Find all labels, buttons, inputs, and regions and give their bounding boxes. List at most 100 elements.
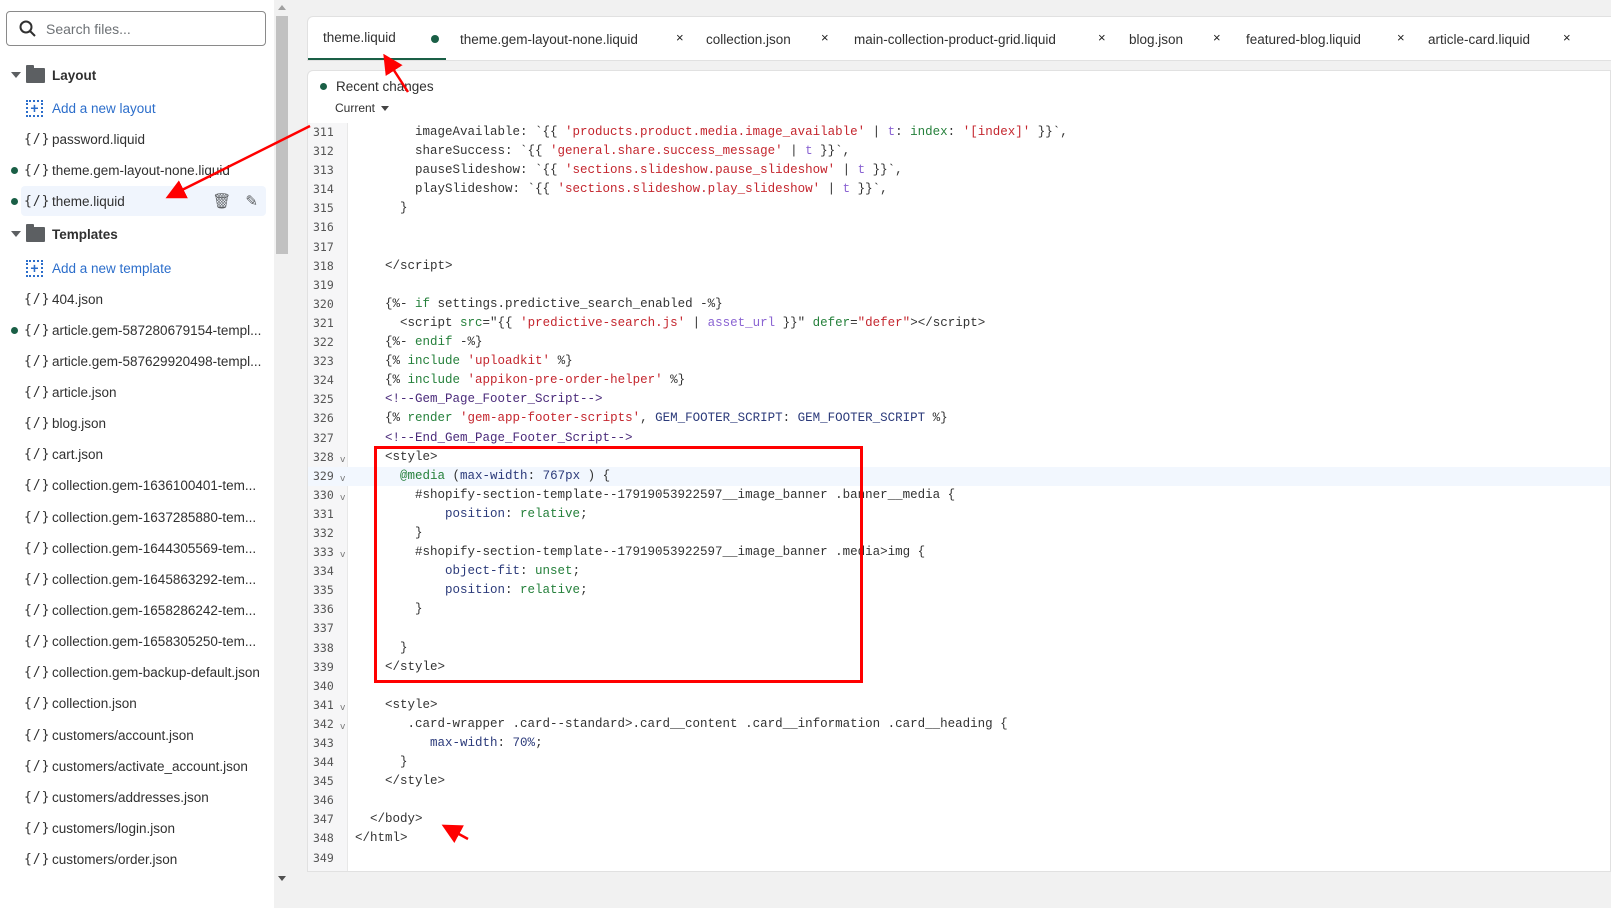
file-item[interactable]: {/} customers/addresses.json bbox=[0, 782, 266, 812]
file-item[interactable]: {/} customers/login.json bbox=[0, 814, 266, 844]
code-line[interactable]: 340 bbox=[308, 677, 1610, 696]
file-item[interactable]: {/} 404.json bbox=[0, 284, 266, 314]
file-item[interactable]: {/} article.gem-587629920498-templ... bbox=[0, 346, 266, 376]
edit-pencil-icon[interactable]: ✎ bbox=[245, 192, 258, 210]
close-tab-icon[interactable]: × bbox=[821, 30, 829, 45]
code-line[interactable]: 317 bbox=[308, 238, 1610, 257]
file-label: collection.gem-1637285880-tem... bbox=[52, 509, 257, 525]
file-label: customers/account.json bbox=[52, 727, 194, 743]
tab-featured-blog-liquid[interactable]: featured-blog.liquid bbox=[1246, 17, 1361, 60]
close-tab-icon[interactable]: × bbox=[1397, 30, 1405, 45]
add-file-button[interactable]: + Add a new layout bbox=[0, 93, 266, 123]
folder-layout[interactable]: Layout bbox=[0, 60, 266, 90]
delete-icon[interactable]: 🗑 bbox=[212, 192, 231, 210]
code-line[interactable]: 312 shareSuccess: `{{ 'general.share.suc… bbox=[308, 142, 1610, 161]
add-file-button[interactable]: + Add a new template bbox=[0, 253, 266, 283]
code-line[interactable]: 316 bbox=[308, 218, 1610, 237]
code-token: asset_url bbox=[707, 315, 776, 330]
code-line[interactable]: 318 </script> bbox=[308, 257, 1610, 276]
file-item[interactable]: {/} collection.gem-backup-default.json bbox=[0, 658, 266, 688]
caret-down-icon[interactable] bbox=[11, 231, 21, 237]
code-line[interactable]: 338 } bbox=[308, 639, 1610, 658]
code-token: -%} bbox=[452, 335, 483, 350]
code-line[interactable]: 345 </style> bbox=[308, 772, 1610, 791]
file-item[interactable]: {/} customers/activate_account.json bbox=[0, 751, 266, 781]
file-item[interactable]: {/} collection.gem-1637285880-tem... bbox=[0, 502, 266, 532]
code-line[interactable]: 322 {%- endif -%} bbox=[308, 333, 1610, 352]
code-line[interactable]: 330 v #shopify-section-template--17919053… bbox=[308, 486, 1610, 505]
code-line[interactable]: 327 <!--End_Gem_Page_Footer_Script--> bbox=[308, 429, 1610, 448]
file-item[interactable]: {/} blog.json bbox=[0, 409, 266, 439]
file-item[interactable]: {/} collection.json bbox=[0, 689, 266, 719]
code-line[interactable]: 319 bbox=[308, 276, 1610, 295]
code-line[interactable]: 328 v <style> bbox=[308, 448, 1610, 467]
code-line[interactable]: 325 <!--Gem_Page_Footer_Script--> bbox=[308, 390, 1610, 409]
liquid-file-icon: {/} bbox=[24, 696, 51, 712]
line-number: 335 bbox=[313, 583, 334, 598]
code-line[interactable]: 331 position: relative; bbox=[308, 505, 1610, 524]
code-line[interactable]: 347 </body> bbox=[308, 810, 1610, 829]
folder-templates[interactable]: Templates bbox=[0, 219, 266, 249]
caret-down-icon[interactable] bbox=[11, 72, 21, 78]
code-line[interactable]: 323 {% include 'uploadkit' %} bbox=[308, 352, 1610, 371]
code-line[interactable]: 337 bbox=[308, 619, 1610, 638]
code-lines[interactable]: 311 imageAvailable: `{{ 'products.produc… bbox=[308, 123, 1610, 868]
close-tab-icon[interactable]: × bbox=[1563, 30, 1571, 45]
file-item[interactable]: {/} collection.gem-1658305250-tem... bbox=[0, 627, 266, 657]
code-line[interactable]: 326 {% render 'gem-app-footer-scripts', … bbox=[308, 409, 1610, 428]
code-line[interactable]: 346 bbox=[308, 791, 1610, 810]
code-line[interactable]: 324 {% include 'appikon-pre-order-helper… bbox=[308, 371, 1610, 390]
code-line[interactable]: 313 pauseSlideshow: `{{ 'sections.slides… bbox=[308, 161, 1610, 180]
code-line[interactable]: 335 position: relative; bbox=[308, 581, 1610, 600]
file-item[interactable]: {/} article.gem-587280679154-templ... bbox=[0, 315, 266, 345]
code-line[interactable]: 315 } bbox=[308, 199, 1610, 218]
file-item[interactable]: {/} collection.gem-1644305569-tem... bbox=[0, 533, 266, 563]
code-line[interactable]: 344 } bbox=[308, 753, 1610, 772]
close-tab-icon[interactable]: × bbox=[676, 30, 684, 45]
file-item[interactable]: {/} collection.gem-1645863292-tem... bbox=[0, 564, 266, 594]
code-line[interactable]: 332 } bbox=[308, 524, 1610, 543]
code-line[interactable]: 334 object-fit: unset; bbox=[308, 562, 1610, 581]
file-item[interactable]: {/} collection.gem-1636100401-tem... bbox=[0, 471, 266, 501]
tab-collection-json[interactable]: collection.json bbox=[706, 17, 791, 60]
search-files-input[interactable]: Search files... bbox=[6, 11, 266, 46]
file-item[interactable]: {/} cart.json bbox=[0, 440, 266, 470]
code-line[interactable]: 343 max-width: 70%; bbox=[308, 734, 1610, 753]
code-line[interactable]: 342 v .card-wrapper .card--standard>.card… bbox=[308, 715, 1610, 734]
close-tab-icon[interactable]: × bbox=[1098, 30, 1106, 45]
code-line[interactable]: 329 v @media (max-width: 767px ) { bbox=[308, 466, 1610, 486]
file-item[interactable]: {/} collection.gem-1658286242-tem... bbox=[0, 596, 266, 626]
scroll-up-arrow-icon[interactable] bbox=[278, 5, 286, 10]
code-editor[interactable]: Recent changes Current 311 imageAvailabl… bbox=[307, 70, 1611, 872]
file-item[interactable]: {/} theme.gem-layout-none.liquid bbox=[0, 155, 266, 185]
code-token: @media bbox=[400, 468, 446, 483]
code-line[interactable]: 339 </style> bbox=[308, 658, 1610, 677]
close-tab-icon[interactable]: × bbox=[1213, 30, 1221, 45]
tab-blog-json[interactable]: blog.json bbox=[1129, 17, 1183, 60]
version-select[interactable]: Current bbox=[335, 101, 390, 115]
code-line[interactable]: 320 {%- if settings.predictive_search_en… bbox=[308, 295, 1610, 314]
code-line[interactable]: 341 v <style> bbox=[308, 696, 1610, 715]
code-line[interactable]: 333 v #shopify-section-template--17919053… bbox=[308, 543, 1610, 562]
sidebar-scrollbar[interactable] bbox=[274, 0, 290, 908]
code-line[interactable]: 321 <script src="{{ 'predictive-search.j… bbox=[308, 314, 1610, 333]
file-item[interactable]: {/} customers/account.json bbox=[0, 720, 266, 750]
scroll-down-arrow-icon[interactable] bbox=[278, 876, 286, 881]
code-token: imageAvailable: `{{ bbox=[355, 125, 566, 139]
code-line[interactable]: 348 </html> bbox=[308, 829, 1610, 848]
tab-theme-liquid[interactable]: theme.liquid bbox=[308, 17, 446, 60]
code-token: render bbox=[407, 411, 453, 426]
file-item[interactable]: {/} article.json bbox=[0, 377, 266, 407]
code-line[interactable]: 311 imageAvailable: `{{ 'products.produc… bbox=[308, 123, 1610, 142]
tab-main-collection-product-grid-liquid[interactable]: main-collection-product-grid.liquid bbox=[854, 17, 1056, 60]
scrollbar-thumb[interactable] bbox=[276, 16, 288, 254]
file-item[interactable]: {/} password.liquid bbox=[0, 124, 266, 154]
tab-article-card-liquid[interactable]: article-card.liquid bbox=[1428, 17, 1530, 60]
tab-theme-gem-layout-none-liquid[interactable]: theme.gem-layout-none.liquid bbox=[460, 17, 638, 60]
file-item[interactable]: {/} theme.liquid 🗑 ✎ bbox=[11, 186, 266, 216]
code-line[interactable]: 314 playSlideshow: `{{ 'sections.slidesh… bbox=[308, 180, 1610, 199]
add-file-icon: + bbox=[26, 259, 43, 277]
code-line[interactable]: 336 } bbox=[308, 600, 1610, 619]
file-item[interactable]: {/} customers/order.json bbox=[0, 845, 266, 875]
code-line[interactable]: 349 bbox=[308, 849, 1610, 868]
